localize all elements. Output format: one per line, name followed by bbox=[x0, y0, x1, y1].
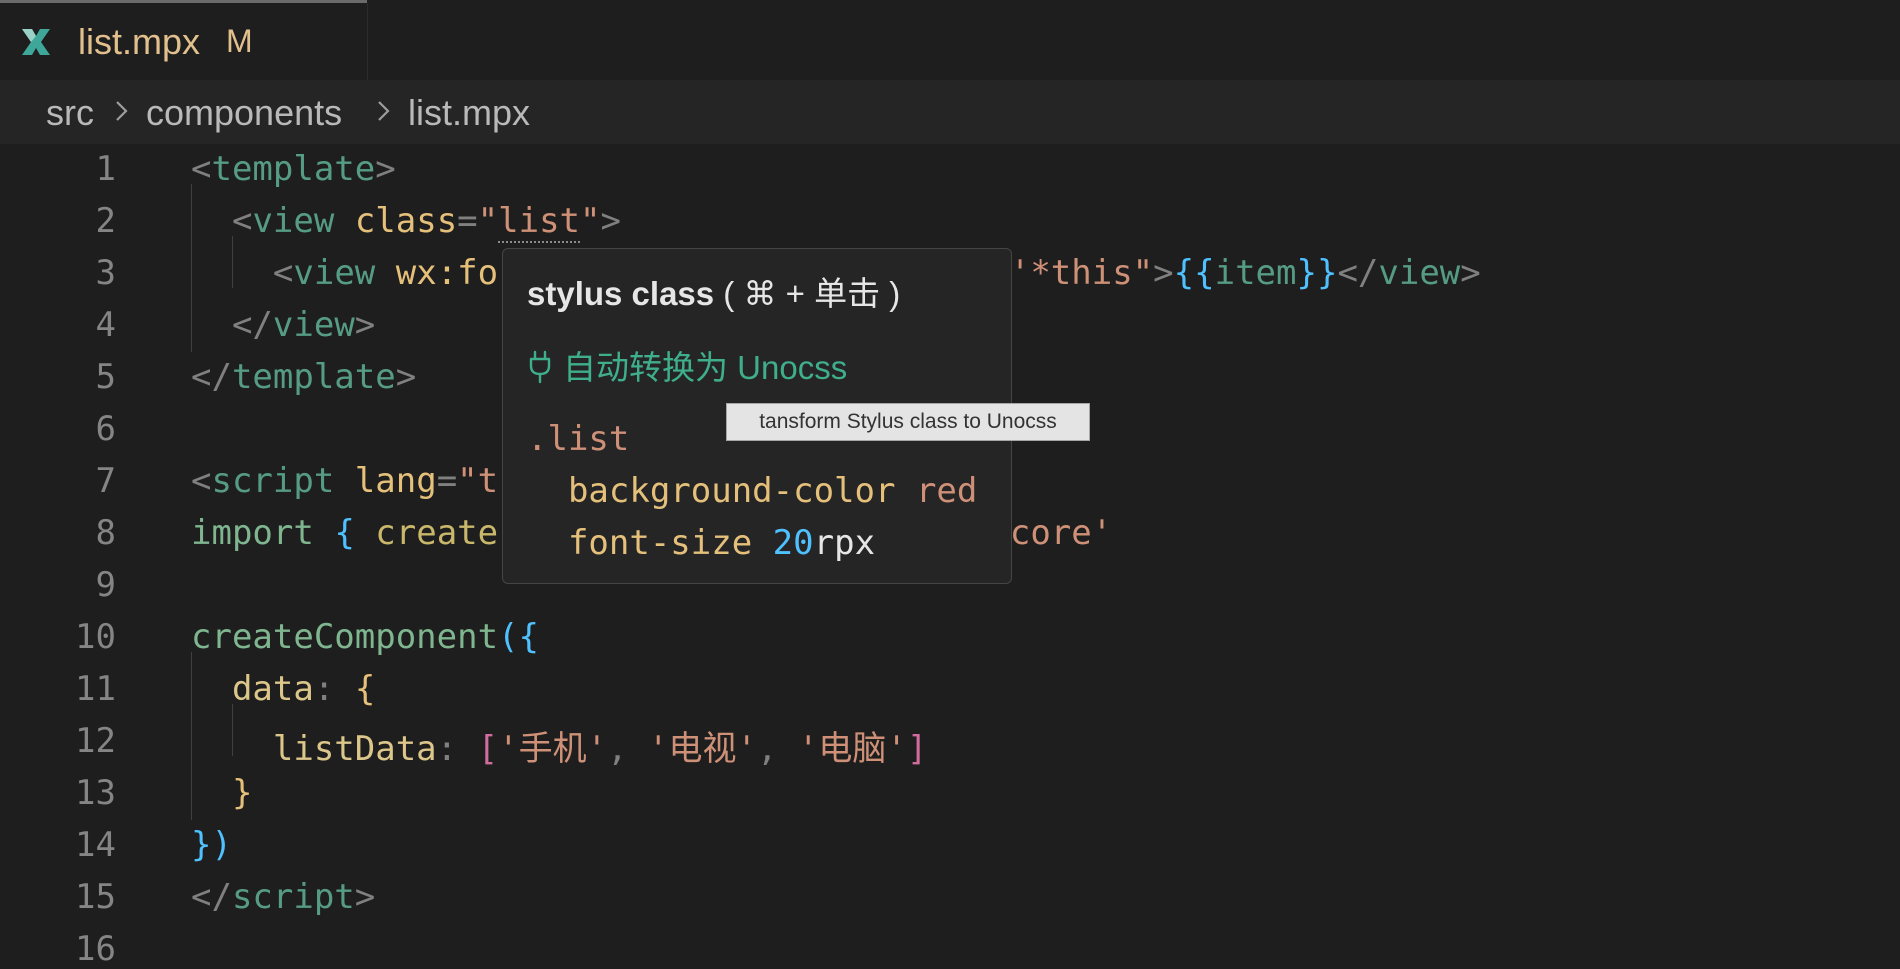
line-number: 6 bbox=[95, 409, 116, 449]
tab-filename: list.mpx bbox=[78, 21, 201, 62]
tooltip: tansform Stylus class to Unocss bbox=[726, 403, 1090, 441]
code-line: createComponent({ bbox=[191, 617, 539, 657]
chevron-right-icon bbox=[378, 101, 390, 121]
line-number: 10 bbox=[75, 617, 116, 657]
hover-snippet-line: font-size 20rpx bbox=[567, 523, 876, 563]
line-number: 14 bbox=[75, 825, 116, 865]
code-line: listData: ['手机', '电视', '电脑'] bbox=[272, 729, 928, 769]
code-line: <script lang="t bbox=[191, 461, 499, 501]
line-number: 8 bbox=[95, 513, 116, 553]
line-number: 2 bbox=[95, 201, 116, 241]
code-line: } bbox=[231, 773, 253, 813]
line-number: 15 bbox=[75, 877, 116, 917]
convert-to-unocss-link[interactable]: 自动转换为 Unocss bbox=[527, 341, 847, 389]
mpx-file-icon bbox=[22, 29, 50, 55]
line-number: 9 bbox=[95, 565, 116, 605]
line-number: 4 bbox=[95, 305, 116, 345]
line-number: 3 bbox=[95, 253, 116, 293]
tab-modified-badge: M bbox=[226, 23, 253, 59]
code-line: <template> bbox=[191, 149, 396, 189]
plug-icon bbox=[529, 350, 551, 384]
code-line: }) bbox=[191, 825, 232, 865]
hover-snippet-selector: .list bbox=[527, 419, 630, 459]
code-line: </view> bbox=[231, 305, 376, 345]
line-number: 7 bbox=[95, 461, 116, 501]
line-number: 11 bbox=[75, 669, 116, 709]
editor-tab[interactable]: list.mpx M bbox=[0, 3, 368, 80]
hover-title: stylus class ( ⌘ + 单击 ) bbox=[527, 275, 901, 312]
tab-bar: list.mpx M bbox=[0, 0, 1900, 80]
hover-shortcut: ( ⌘ + 单击 ) bbox=[723, 275, 901, 312]
hover-snippet-line: background-color red bbox=[567, 471, 978, 511]
code-line: </template> bbox=[191, 357, 417, 397]
line-number: 5 bbox=[95, 357, 116, 397]
code-line: </script> bbox=[191, 877, 376, 917]
line-number: 1 bbox=[95, 149, 116, 189]
breadcrumb: src components list.mpx bbox=[0, 80, 1900, 144]
breadcrumb-item-components[interactable]: components bbox=[146, 92, 342, 134]
line-number: 12 bbox=[75, 721, 116, 761]
code-line: <view class="list"> bbox=[231, 201, 621, 243]
chevron-right-icon bbox=[116, 101, 128, 121]
line-number: 13 bbox=[75, 773, 116, 813]
convert-action-label: 自动转换为 Unocss bbox=[563, 349, 848, 386]
breadcrumb-item-file[interactable]: list.mpx bbox=[408, 92, 530, 134]
line-number: 16 bbox=[75, 929, 116, 969]
code-line: data: { bbox=[231, 669, 376, 709]
breadcrumb-item-src[interactable]: src bbox=[46, 92, 94, 134]
